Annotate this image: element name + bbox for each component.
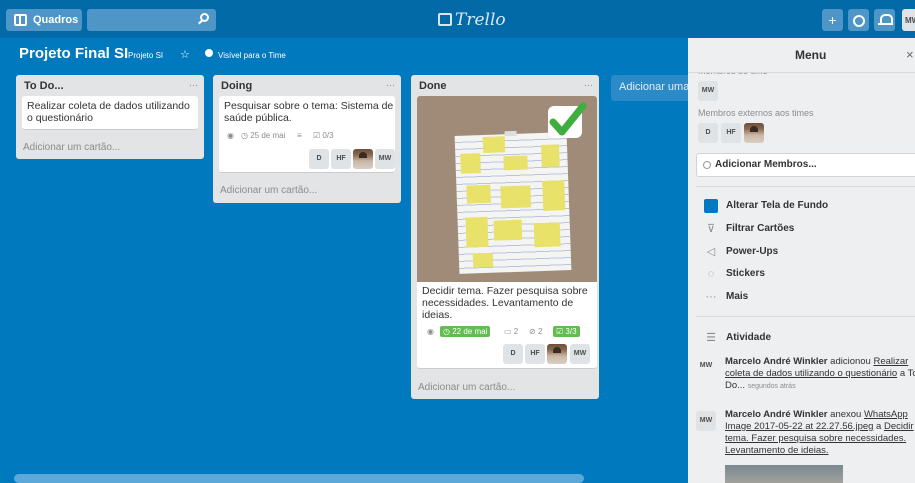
menu-item-change-background[interactable]: Alterar Tela de Fundo	[726, 200, 828, 211]
add-members-button[interactable]: Adicionar Membros...	[696, 153, 915, 177]
team-name[interactable]: Projeto SI	[128, 51, 163, 60]
card-title: Pesquisar sobre o tema: Sistema de saúde…	[224, 100, 394, 124]
list-todo: To Do... ... Realizar coleta de dados ut…	[16, 75, 204, 159]
external-member-avatar-photo[interactable]	[744, 123, 764, 143]
activity-icon: ☰	[706, 332, 716, 344]
member-avatar-photo[interactable]	[353, 149, 373, 169]
user-avatar[interactable]: MW	[902, 9, 915, 31]
menu-sidebar: Membros do time Menu × MW Membros extern…	[688, 38, 915, 483]
list-menu-icon[interactable]: ...	[189, 77, 198, 89]
filter-icon: ⊽	[706, 223, 716, 235]
member-avatar[interactable]: MW	[570, 344, 590, 364]
watch-icon: ◉	[227, 131, 234, 140]
paper-with-sticky-notes	[454, 130, 572, 274]
activity-timestamp: segundos atrás	[747, 383, 796, 390]
activity-item: Marcelo André Winkler adicionou Realizar…	[725, 356, 915, 391]
boards-button[interactable]: Quadros	[6, 9, 82, 31]
card[interactable]: Realizar coleta de dados utilizando o qu…	[22, 96, 198, 130]
menu-title: Menu	[795, 48, 827, 62]
menu-header: Menu ×	[688, 38, 915, 73]
card[interactable]: Decidir tema. Fazer pesquisa sobre neces…	[417, 96, 597, 369]
search-input[interactable]	[87, 9, 216, 31]
member-avatar[interactable]: MW	[375, 149, 395, 169]
card-title: Realizar coleta de dados utilizando o qu…	[27, 100, 190, 124]
checklist-badge-complete: ☑ 3/3	[553, 326, 580, 337]
external-members-label: Membros externos aos times	[698, 108, 814, 118]
trello-logo-icon	[438, 13, 452, 26]
close-icon[interactable]: ×	[906, 47, 914, 62]
add-card-link[interactable]: Adicionar um cartão...	[418, 382, 515, 393]
list-done: Done ... Decidir tema. Fazer pesquisa so…	[411, 75, 599, 399]
boards-icon	[14, 14, 27, 26]
activity-avatar[interactable]: MW	[696, 411, 716, 431]
checkmark-sticker-icon	[548, 102, 587, 138]
activity-title: Atividade	[726, 332, 772, 343]
horizontal-scrollbar[interactable]	[14, 474, 584, 483]
checkbox-icon: ☑	[556, 327, 566, 336]
member-avatar[interactable]: HF	[525, 344, 545, 364]
star-icon[interactable]: ☆	[180, 48, 190, 61]
trello-logo[interactable]: Trello	[438, 10, 506, 30]
menu-item-more[interactable]: Mais	[726, 291, 748, 302]
card-title: Decidir tema. Fazer pesquisa sobre neces…	[422, 285, 588, 321]
clock-icon: ◷	[241, 131, 251, 140]
member-avatar-photo[interactable]	[547, 344, 567, 364]
visibility-label[interactable]: Visível para o Time	[218, 51, 286, 60]
checkbox-icon: ☑	[313, 131, 323, 140]
add-button[interactable]: +	[822, 9, 843, 31]
team-visibility-icon	[205, 49, 213, 57]
member-avatar[interactable]: D	[503, 344, 523, 364]
rocket-icon: ◁	[706, 246, 716, 258]
comments-badge: ▭ 2	[504, 327, 519, 336]
activity-avatar[interactable]: MW	[696, 356, 716, 376]
checklist-badge: ☑ 0/3	[313, 131, 334, 140]
menu-item-power-ups[interactable]: Power-Ups	[726, 246, 778, 257]
external-member-avatar[interactable]: D	[698, 123, 718, 143]
board-title[interactable]: Projeto Final SI	[19, 45, 128, 62]
board-header: Projeto Final SI Projeto SI ☆ Visível pa…	[0, 38, 690, 68]
card[interactable]: Pesquisar sobre o tema: Sistema de saúde…	[219, 96, 395, 173]
activity-item: Marcelo André Winkler anexou WhatsApp Im…	[725, 409, 914, 456]
clock-icon: ◷	[443, 327, 453, 336]
list-title[interactable]: To Do...	[24, 80, 64, 92]
team-member-avatar[interactable]: MW	[698, 81, 718, 101]
list-doing: Doing ... Pesquisar sobre o tema: Sistem…	[213, 75, 401, 203]
add-card-link[interactable]: Adicionar um cartão...	[23, 142, 120, 153]
boards-label: Quadros	[33, 14, 79, 26]
due-date-badge: ◷ 25 de mai	[241, 131, 286, 140]
color-square-icon	[704, 199, 718, 213]
description-icon: ≡	[297, 131, 302, 140]
menu-item-filter-cards[interactable]: Filtrar Cartões	[726, 223, 794, 234]
watch-icon: ◉	[427, 327, 434, 336]
more-icon: ···	[705, 291, 717, 303]
menu-item-stickers[interactable]: Stickers	[726, 268, 765, 279]
member-avatar[interactable]: HF	[331, 149, 351, 169]
sticker-icon: ◌	[707, 268, 715, 280]
list-menu-icon[interactable]: ...	[386, 77, 395, 89]
activity-user[interactable]: Marcelo André Winkler	[725, 356, 828, 367]
info-icon[interactable]	[848, 9, 869, 31]
list-title[interactable]: Doing	[221, 80, 252, 92]
member-avatar[interactable]: D	[309, 149, 329, 169]
activity-user[interactable]: Marcelo André Winkler	[725, 409, 828, 420]
card-cover-image	[417, 96, 597, 282]
add-list-button[interactable]: Adicionar uma lista...	[611, 75, 691, 101]
search-icon[interactable]	[200, 13, 209, 22]
external-member-avatar[interactable]: HF	[721, 123, 741, 143]
bell-icon[interactable]	[874, 9, 895, 31]
list-menu-icon[interactable]: ...	[584, 77, 593, 89]
list-title[interactable]: Done	[419, 80, 447, 92]
attachments-badge: ⊘ 2	[529, 327, 543, 336]
attachment-thumbnail[interactable]	[725, 465, 843, 483]
add-card-link[interactable]: Adicionar um cartão...	[220, 185, 317, 196]
due-date-badge-complete: ◷ 22 de mai	[440, 326, 491, 337]
top-bar: Quadros Trello + MW	[0, 0, 915, 38]
comment-icon: ▭	[504, 327, 514, 336]
divider	[696, 316, 915, 317]
divider	[696, 186, 915, 187]
paperclip-icon: ⊘	[529, 327, 538, 336]
